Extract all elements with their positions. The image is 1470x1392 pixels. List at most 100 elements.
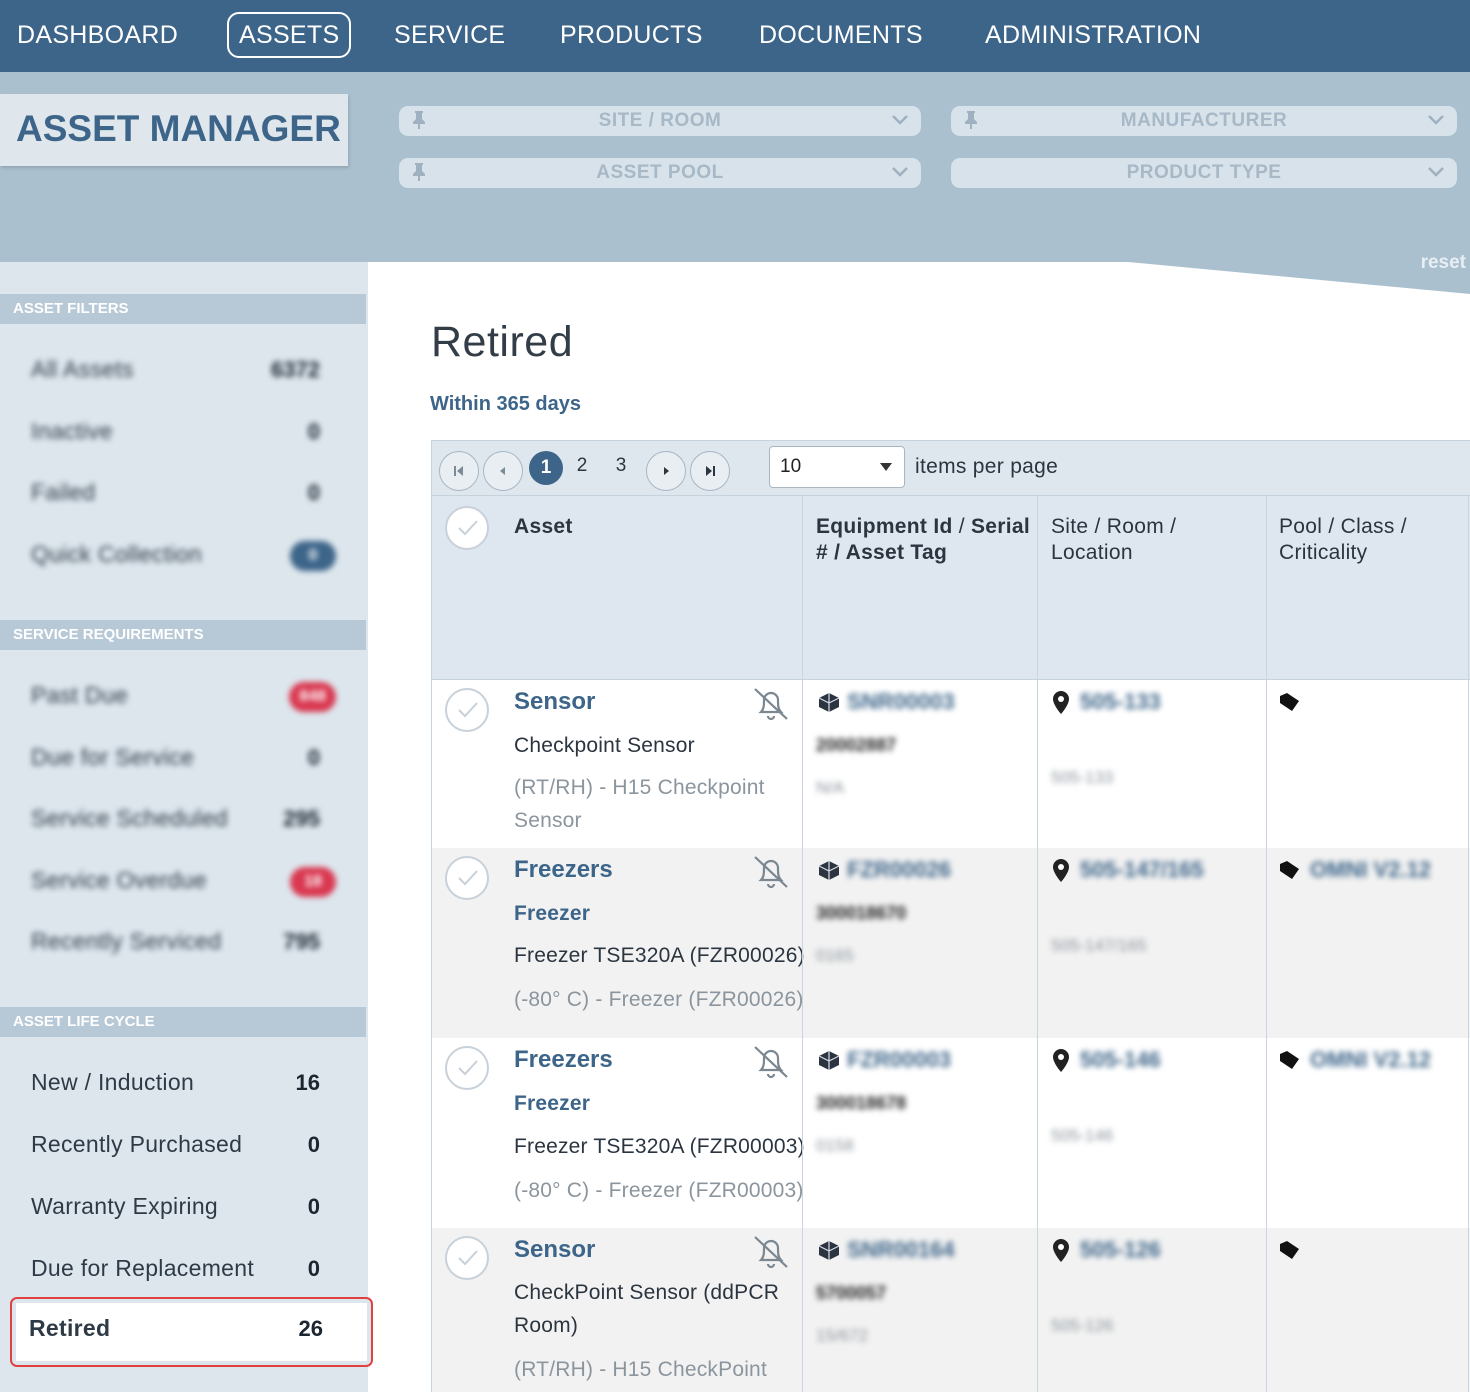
sidebar-item-due-for-service[interactable]: Due for Service 0: [0, 734, 366, 784]
last-page-button[interactable]: [690, 451, 730, 491]
serial-number: 300018678: [816, 1093, 907, 1113]
pool-class[interactable]: OMNI V2.12: [1310, 1047, 1431, 1073]
count-badge: 848: [289, 682, 336, 712]
nav-dashboard[interactable]: DASHBOARD: [17, 12, 178, 58]
site-room[interactable]: 505-133: [1080, 689, 1161, 715]
sidebar-item-label: Retired: [29, 1315, 111, 1341]
asset-category: Freezer: [514, 1092, 591, 1115]
nav-documents[interactable]: DOCUMENTS: [759, 12, 923, 58]
asset-description: (-80° C) - Freezer (FZR00026): [514, 988, 804, 1011]
prev-page-icon: [500, 467, 505, 475]
column-header-equipment[interactable]: Equipment Id / Serial # / Asset Tag: [816, 514, 1031, 566]
sidebar-item-service-overdue[interactable]: Service Overdue 18: [0, 857, 366, 907]
asset-title[interactable]: Sensor: [514, 688, 595, 716]
asset-description: (RT/RH) - H15 CheckPoint: [514, 1358, 767, 1381]
equipment-id[interactable]: SNR00003: [847, 689, 955, 715]
table-row[interactable]: Sensor CheckPoint Sensor (ddPCR Room) (R…: [432, 1228, 1470, 1392]
row-checkbox[interactable]: [445, 856, 489, 900]
prev-page-button[interactable]: [483, 451, 523, 491]
items-per-page-value: 10: [780, 456, 802, 477]
asset-description: (-80° C) - Freezer (FZR00003): [514, 1179, 804, 1202]
dropdown-arrow-icon: [880, 463, 892, 471]
page-3[interactable]: 3: [611, 455, 631, 477]
sidebar-item-due-for-replacement[interactable]: Due for Replacement 0: [0, 1245, 366, 1295]
equipment-id[interactable]: FZR00026: [847, 857, 951, 883]
equipment-icon: [818, 861, 840, 880]
column-header-asset[interactable]: Asset: [514, 514, 573, 540]
count-badge: 0: [290, 541, 336, 571]
sidebar-item-failed[interactable]: Failed 0: [0, 469, 366, 519]
pool-class[interactable]: OMNI V2.12: [1310, 857, 1431, 883]
check-icon: [458, 520, 478, 536]
column-header-asset-text: Asset: [514, 515, 573, 538]
table-row[interactable]: Freezers Freezer Freezer TSE320A (FZR000…: [432, 1038, 1470, 1228]
row-checkbox[interactable]: [445, 1236, 489, 1280]
location: 505-146: [1051, 1126, 1114, 1145]
site-room[interactable]: 505-126: [1080, 1237, 1161, 1263]
sidebar-item-label: Due for Service: [31, 744, 195, 770]
sidebar-item-new-induction[interactable]: New / Induction 16: [0, 1059, 366, 1109]
asset-tag: 0165: [816, 946, 854, 965]
notifications-off-icon[interactable]: [750, 1044, 792, 1080]
equipment-id[interactable]: SNR00164: [847, 1237, 955, 1263]
sidebar-item-count: 26: [298, 1316, 323, 1341]
nav-administration[interactable]: ADMINISTRATION: [985, 12, 1201, 58]
notifications-off-icon[interactable]: [750, 686, 792, 722]
serial-number: 5700057: [816, 1283, 887, 1303]
asset-pool-filter[interactable]: ASSET POOL: [399, 158, 921, 188]
column-header-site[interactable]: Site / Room / Location: [1051, 514, 1176, 566]
asset-model: Freezer TSE320A (FZR00003): [514, 1135, 805, 1158]
sidebar-item-all-assets[interactable]: All Assets 6372: [0, 346, 366, 396]
sidebar-item-quick-collection[interactable]: Quick Collection 0: [0, 531, 366, 581]
sidebar-item-retired[interactable]: Retired 26: [10, 1297, 373, 1367]
select-all-checkbox[interactable]: [445, 506, 489, 550]
first-page-button[interactable]: [439, 451, 479, 491]
table-row[interactable]: Sensor Checkpoint Sensor (RT/RH) - H15 C…: [432, 680, 1470, 848]
nav-service[interactable]: SERVICE: [394, 12, 505, 58]
site-room[interactable]: 505-147/165: [1080, 857, 1204, 883]
column-header-site-line1: Site / Room /: [1051, 515, 1177, 538]
nav-products[interactable]: PRODUCTS: [560, 12, 703, 58]
sidebar-item-inactive[interactable]: Inactive 0: [0, 408, 366, 458]
next-page-icon: [664, 467, 669, 475]
page-header-box: ASSET MANAGER: [0, 94, 348, 166]
row-checkbox[interactable]: [445, 1046, 489, 1090]
asset-model: Checkpoint Sensor: [514, 734, 695, 757]
page-2[interactable]: 2: [572, 455, 592, 477]
sidebar-item-count: 16: [295, 1070, 320, 1095]
sidebar-item-recently-purchased[interactable]: Recently Purchased 0: [0, 1121, 366, 1171]
sidebar-item-label: All Assets: [31, 356, 134, 382]
tag-icon: [1280, 693, 1299, 711]
equipment-id[interactable]: FZR00003: [847, 1047, 951, 1073]
sidebar-item-recently-serviced[interactable]: Recently Serviced 795: [0, 918, 366, 968]
sidebar-item-warranty-expiring[interactable]: Warranty Expiring 0: [0, 1183, 366, 1233]
service-requirements-heading: SERVICE REQUIREMENTS: [0, 620, 366, 650]
sidebar-item-count: 0: [307, 1194, 320, 1219]
site-room[interactable]: 505-146: [1080, 1047, 1161, 1073]
manufacturer-filter[interactable]: MANUFACTURER: [951, 106, 1457, 136]
manufacturer-filter-label: MANUFACTURER: [1120, 110, 1288, 131]
column-header-pool[interactable]: Pool / Class / Criticality: [1279, 514, 1407, 566]
next-page-button[interactable]: [646, 451, 686, 491]
nav-assets[interactable]: ASSETS: [227, 12, 352, 58]
sidebar-item-count: 0: [307, 1132, 320, 1157]
chevron-down-icon: [892, 167, 908, 177]
product-type-filter[interactable]: PRODUCT TYPE: [951, 158, 1457, 188]
site-room-filter[interactable]: SITE / ROOM: [399, 106, 921, 136]
notifications-off-icon[interactable]: [750, 854, 792, 890]
asset-title[interactable]: Freezers: [514, 1046, 613, 1074]
sidebar-item-count: 0: [307, 745, 320, 770]
header-edge: [368, 262, 1470, 302]
asset-title[interactable]: Freezers: [514, 856, 613, 884]
page-1[interactable]: 1: [529, 451, 563, 485]
asset-model-cont: Room): [514, 1314, 579, 1337]
row-checkbox[interactable]: [445, 688, 489, 732]
check-icon: [458, 870, 478, 886]
sidebar-item-service-scheduled[interactable]: Service Scheduled 295: [0, 795, 366, 845]
notifications-off-icon[interactable]: [750, 1234, 792, 1270]
asset-filters-heading: ASSET FILTERS: [0, 294, 366, 324]
table-row[interactable]: Freezers Freezer Freezer TSE320A (FZR000…: [432, 848, 1470, 1038]
items-per-page-select[interactable]: 10: [769, 446, 905, 488]
sidebar-item-past-due[interactable]: Past Due 848: [0, 672, 366, 722]
asset-title[interactable]: Sensor: [514, 1236, 595, 1264]
